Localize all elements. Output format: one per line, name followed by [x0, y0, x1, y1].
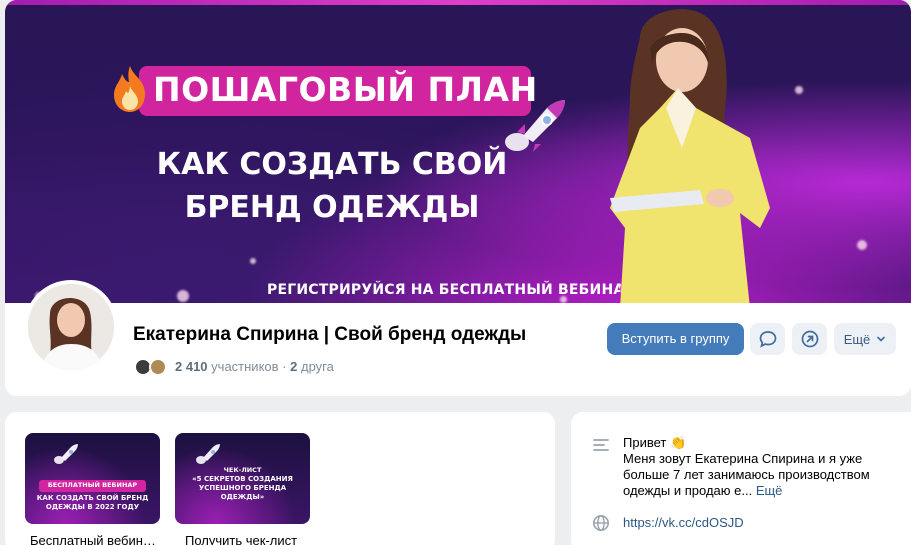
sparkle	[250, 258, 256, 264]
message-button[interactable]	[750, 323, 785, 355]
group-avatar[interactable]	[24, 280, 118, 374]
tile-checklist[interactable]: ЧЕК-ЛИСТ «5 СЕКРЕТОВ СОЗДАНИЯ УСПЕШНОГО …	[175, 433, 310, 524]
members-separator: ·	[282, 359, 287, 374]
more-button[interactable]: Ещё	[834, 323, 896, 355]
sparkle	[177, 290, 189, 302]
tile-line2: УСПЕШНОГО БРЕНДА ОДЕЖДЫ»	[198, 484, 287, 501]
rocket-icon	[54, 444, 78, 464]
info-greeting: Привет 👏	[623, 435, 687, 450]
vk-group-page: ПОШАГОВЫЙ ПЛАН КАК СОЗДАТЬ СВОЙ БРЕНД ОД…	[0, 0, 911, 545]
avatar-photo	[28, 284, 114, 370]
cover-subhead-line2: БРЕНД ОДЕЖДЫ	[184, 190, 480, 225]
tile-pill-text: БЕСПЛАТНЫЙ ВЕБИНАР	[47, 481, 138, 489]
sparkle	[795, 86, 803, 94]
info-more-link[interactable]: Ещё	[756, 483, 783, 498]
info-website-link[interactable]: https://vk.cc/cdOSJD	[623, 515, 744, 530]
chevron-down-icon	[877, 336, 886, 342]
tile-line0: ЧЕК-ЛИСТ	[223, 466, 262, 474]
fire-icon	[114, 66, 145, 112]
cover-subhead: КАК СОЗДАТЬ СВОЙ БРЕНД ОДЕЖДЫ	[115, 143, 549, 229]
tile-line1: КАК СОЗДАТЬ СВОЙ БРЕНД	[36, 494, 149, 502]
members-info[interactable]: 2 410 участников · 2 друга	[175, 359, 334, 374]
message-icon	[759, 331, 776, 348]
cover-top-stripe	[5, 0, 911, 5]
share-button[interactable]	[792, 323, 827, 355]
friends-count: 2	[290, 359, 298, 374]
join-group-button[interactable]: Вступить в группу	[607, 323, 744, 355]
tile-line2: ОДЕЖДЫ В 2022 ГОДУ	[45, 503, 140, 511]
share-icon	[801, 330, 818, 348]
rocket-icon	[196, 444, 220, 464]
cover-banner[interactable]: ПОШАГОВЫЙ ПЛАН КАК СОЗДАТЬ СВОЙ БРЕНД ОД…	[5, 0, 911, 305]
friends-label: друга	[301, 359, 334, 374]
tile-caption-checklist[interactable]: Получить чек-лист	[185, 533, 297, 545]
cover-register-text: РЕГИСТРИРУЙСЯ НА БЕСПЛАТНЫЙ ВЕБИНАР	[267, 282, 635, 298]
more-label: Ещё	[843, 331, 871, 347]
friend-avatar[interactable]	[149, 358, 167, 376]
tile-line1: «5 СЕКРЕТОВ СОЗДАНИЯ	[192, 475, 293, 483]
tile-webinar[interactable]: БЕСПЛАТНЫЙ ВЕБИНАР КАК СОЗДАТЬ СВОЙ БРЕН…	[25, 433, 160, 524]
description-icon	[593, 439, 609, 451]
info-about: Меня зовут Екатерина Спирина и я уже бол…	[623, 451, 891, 499]
group-name: Екатерина Спирина | Свой бренд одежды	[133, 324, 527, 345]
members-label: участников	[211, 359, 279, 374]
info-about-text: Меня зовут Екатерина Спирина и я уже бол…	[623, 451, 870, 498]
members-count: 2 410	[175, 359, 208, 374]
friend-avatars[interactable]	[134, 358, 170, 376]
globe-icon	[593, 515, 609, 531]
cover-headline: ПОШАГОВЫЙ ПЛАН	[153, 70, 538, 109]
tile-caption-webinar[interactable]: Бесплатный вебин…	[30, 533, 156, 545]
cover-subhead-line1: КАК СОЗДАТЬ СВОЙ	[156, 147, 508, 182]
cover-person-photo	[610, 9, 770, 305]
sparkle	[857, 240, 867, 250]
